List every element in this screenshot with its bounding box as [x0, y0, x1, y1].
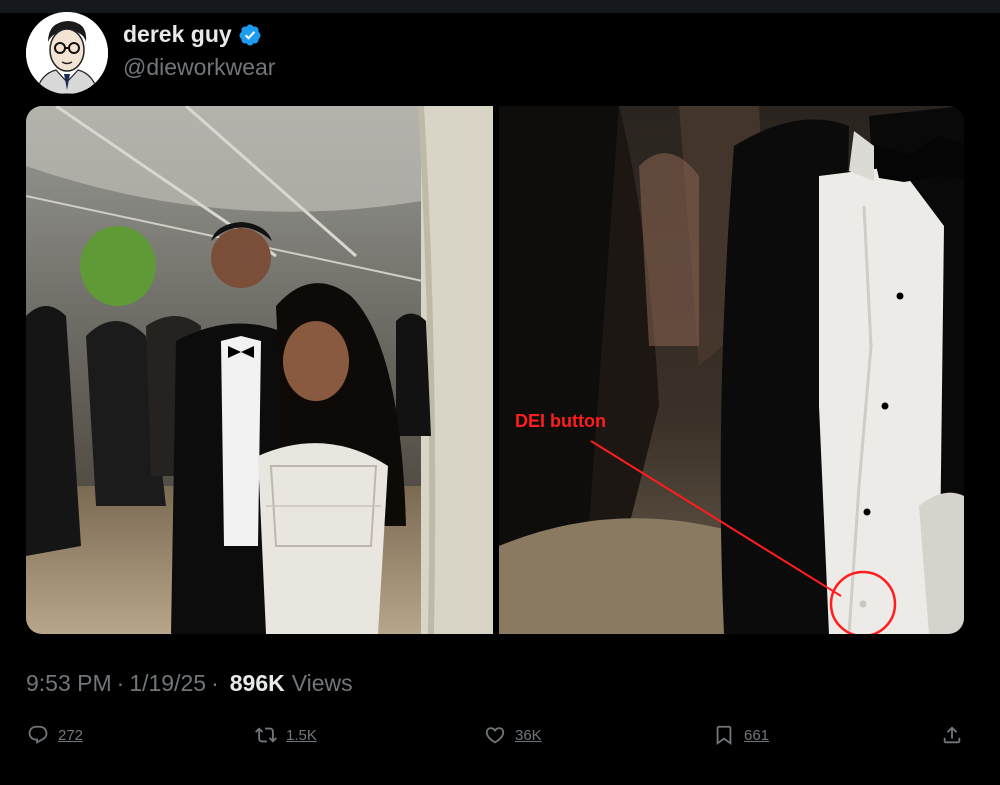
views-count: 896K — [229, 670, 285, 696]
repost-count: 1.5K — [286, 726, 317, 744]
annotation-label: DEI button — [515, 411, 606, 431]
display-name[interactable]: derek guy — [123, 21, 232, 48]
top-bar — [0, 0, 1000, 13]
couple-photo-image — [26, 106, 493, 634]
handle[interactable]: @dieworkwear — [123, 54, 275, 81]
repost-icon — [255, 727, 277, 743]
reply-count: 272 — [58, 726, 84, 744]
like-button[interactable]: 36K — [484, 724, 542, 746]
tweet-meta: 9:53 PM · 1/19/25 · 896K Views — [26, 670, 353, 697]
repost-button[interactable]: 1.5K — [255, 724, 317, 746]
media-grid[interactable] — [26, 106, 964, 634]
separator: · — [116, 670, 125, 696]
share-icon — [943, 726, 961, 744]
like-count: 36K — [515, 726, 542, 744]
like-icon — [485, 727, 505, 744]
share-button[interactable] — [941, 724, 963, 746]
bookmark-button[interactable]: 661 — [713, 724, 769, 746]
photo-closeup[interactable] — [499, 106, 964, 634]
caricature-avatar-icon — [26, 12, 108, 94]
verified-badge-icon[interactable] — [238, 23, 262, 47]
tweet-time[interactable]: 9:53 PM — [26, 670, 112, 697]
tweet-date[interactable]: 1/19/25 — [129, 670, 206, 697]
reply-icon — [28, 725, 48, 744]
avatar[interactable] — [26, 12, 108, 94]
action-bar: 272 1.5K 36K 661 — [0, 720, 1000, 752]
bookmark-count: 661 — [744, 726, 770, 744]
views-label: Views — [291, 670, 353, 696]
bookmark-icon — [716, 725, 732, 746]
photo-couple[interactable] — [26, 106, 493, 634]
reply-button[interactable]: 272 — [27, 724, 83, 746]
closeup-photo-image — [499, 106, 964, 634]
separator: · — [211, 670, 219, 696]
